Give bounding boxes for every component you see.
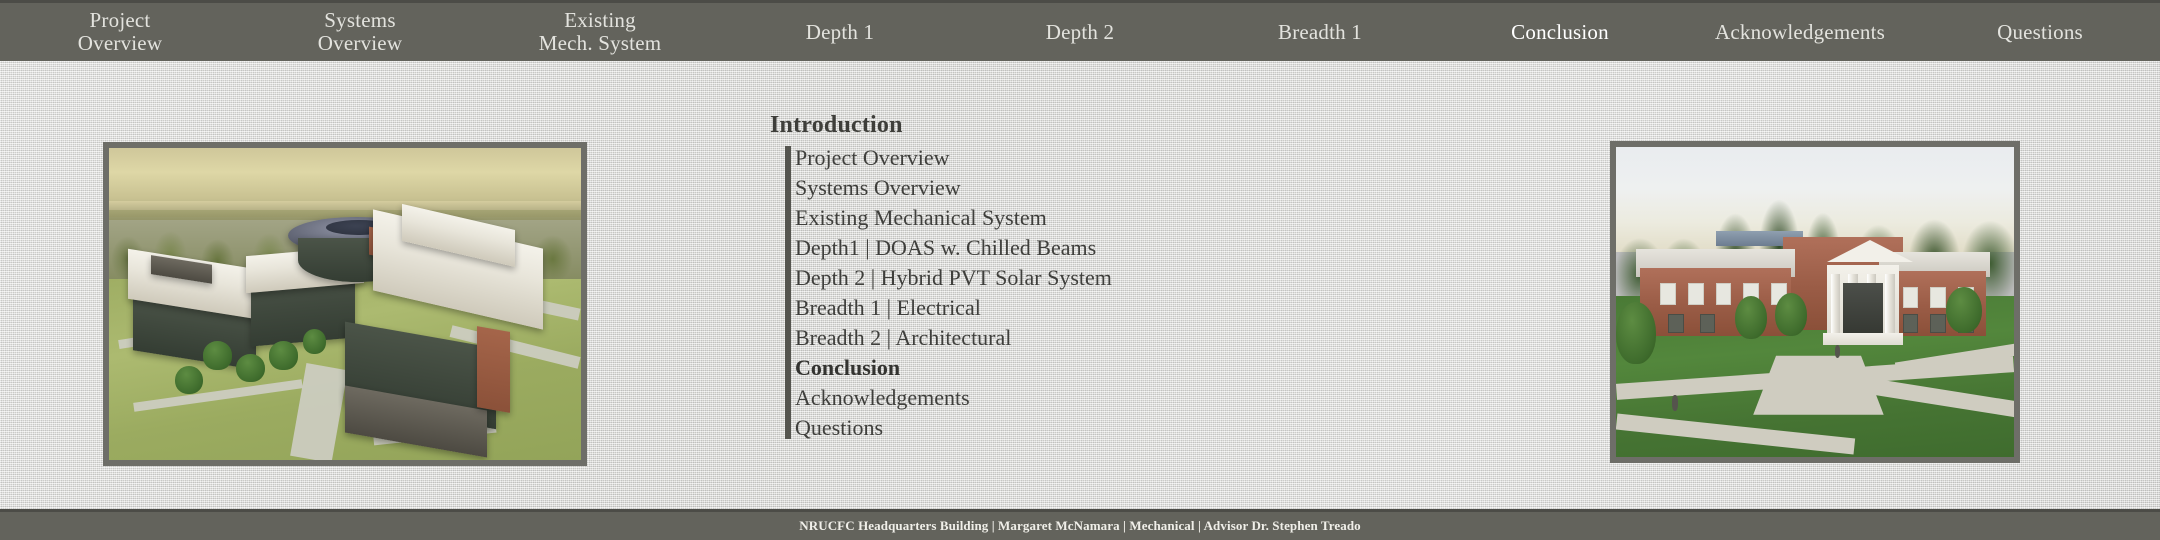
facade-window [1930, 314, 1947, 333]
nav-item-label-line1: Project [89, 8, 151, 33]
nav-item-existing-mech-system[interactable]: Existing Mech. System [480, 9, 720, 54]
agenda-list: Project Overview Systems Overview Existi… [770, 143, 1330, 443]
nav-item-systems-overview[interactable]: Systems Overview [240, 9, 480, 54]
content-heading: Introduction [770, 112, 903, 138]
foreground-tree [1775, 292, 1808, 337]
courtyard-tree [269, 341, 298, 370]
nav-item-depth-1[interactable]: Depth 1 [720, 19, 960, 44]
pedestrian [1671, 395, 1679, 411]
nav-item-depth-2[interactable]: Depth 2 [960, 19, 1200, 44]
courtyard-tree [302, 328, 327, 354]
nav-item-label-line1: Questions [1997, 19, 2083, 44]
agenda-item-project-overview[interactable]: Project Overview [795, 143, 1330, 173]
agenda-item-depth-2[interactable]: Depth 2 | Hybrid PVT Solar System [795, 263, 1330, 293]
foreground-tree [1735, 295, 1768, 340]
courtyard-tree [203, 341, 232, 370]
entry-stair [1822, 333, 1903, 346]
agenda-item-depth-1[interactable]: Depth1 | DOAS w. Chilled Beams [795, 233, 1330, 263]
facade-window [1902, 286, 1919, 309]
nav-item-breadth-1[interactable]: Breadth 1 [1200, 19, 1440, 44]
agenda-item-breadth-2[interactable]: Breadth 2 | Architectural [795, 323, 1330, 353]
facade-window [1659, 283, 1676, 306]
brick-headquarters-rendering-image [1610, 141, 2020, 463]
agenda-item-conclusion[interactable]: Conclusion [795, 353, 1330, 383]
facade-window [1930, 286, 1947, 309]
facade-window [1902, 314, 1919, 333]
agenda-item-breadth-1[interactable]: Breadth 1 | Electrical [795, 293, 1330, 323]
building-right-brick-end [477, 326, 511, 413]
facade-window [1699, 314, 1716, 333]
nav-item-label-line1: Systems [324, 8, 396, 33]
pediment [1826, 240, 1913, 262]
slide-content: Introduction Project Overview Systems Ov… [770, 112, 1330, 443]
aerial-building-rendering-image [103, 142, 587, 466]
agenda-accent-bar [785, 146, 791, 439]
presentation-slide: Project Overview Systems Overview Existi… [0, 0, 2160, 540]
agenda-item-systems-overview[interactable]: Systems Overview [795, 173, 1330, 203]
nav-item-label-line1: Depth 2 [1045, 19, 1115, 44]
nav-item-label-line2: Overview [317, 31, 403, 55]
facade-window [1667, 314, 1684, 333]
nav-item-questions[interactable]: Questions [1920, 19, 2160, 44]
nav-item-label-line2: Overview [77, 31, 163, 55]
nav-item-label-line2: Mech. System [538, 31, 662, 55]
section-navigation-bar: Project Overview Systems Overview Existi… [0, 0, 2160, 61]
foreground-tree [1946, 286, 1983, 333]
nav-item-conclusion[interactable]: Conclusion [1440, 19, 1680, 44]
brick-rendering-canvas [1616, 147, 2014, 457]
agenda-item-existing-mechanical-system[interactable]: Existing Mechanical System [795, 203, 1330, 233]
foreground-tree [1616, 302, 1656, 364]
nav-item-acknowledgements[interactable]: Acknowledgements [1680, 19, 1920, 44]
nav-item-label-line1: Conclusion [1511, 19, 1609, 44]
nav-item-label-line1: Acknowledgements [1715, 19, 1885, 44]
nav-item-project-overview[interactable]: Project Overview [0, 9, 240, 54]
facade-window [1687, 283, 1704, 306]
facade-window [1715, 283, 1732, 306]
aerial-rendering-canvas [109, 148, 581, 460]
slide-footer: NRUCFC Headquarters Building | Margaret … [0, 509, 2160, 540]
nav-item-label-line1: Breadth 1 [1277, 19, 1363, 44]
agenda-item-questions[interactable]: Questions [795, 413, 1330, 443]
courtyard-tree [175, 366, 204, 395]
nav-item-label-line1: Depth 1 [805, 19, 875, 44]
footer-caption: NRUCFC Headquarters Building | Margaret … [799, 518, 1361, 533]
nav-item-label-line1: Existing [564, 8, 636, 33]
agenda-item-acknowledgements[interactable]: Acknowledgements [795, 383, 1330, 413]
courtyard-tree [236, 353, 265, 382]
